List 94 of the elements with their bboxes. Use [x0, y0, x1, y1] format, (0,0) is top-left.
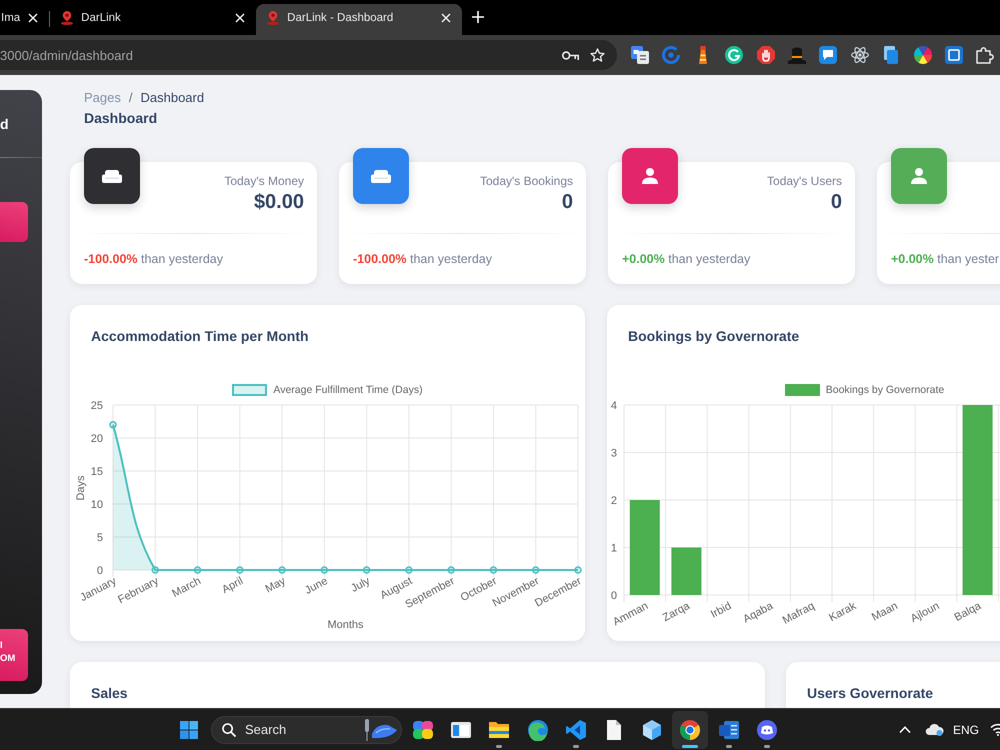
axis-title: Days [75, 475, 87, 501]
x-tick-label: May [264, 575, 288, 596]
stat-value: $0.00 [254, 190, 304, 215]
y-tick-label: 15 [90, 466, 103, 478]
taskbar-button[interactable] [672, 710, 708, 748]
cloud-icon[interactable] [924, 723, 944, 736]
y-tick-label: 20 [90, 433, 103, 445]
ring-icon[interactable] [662, 46, 680, 64]
stat-label: Today's Money [224, 173, 304, 189]
search-highlight-icon [364, 718, 398, 740]
data-point [447, 566, 455, 574]
y-tick-label: 10 [90, 499, 103, 511]
chevron-up-icon[interactable] [898, 726, 911, 733]
data-point [320, 566, 328, 574]
data-point [236, 566, 244, 574]
ribbon-icon [564, 718, 587, 740]
y-tick-label: 4 [610, 400, 617, 412]
y-tick-label: 5 [96, 532, 103, 544]
x-tick-label: July [349, 575, 372, 595]
bar [671, 548, 702, 595]
knot-icon [412, 718, 434, 740]
data-point [194, 566, 202, 574]
stat-label: Today's Users [767, 173, 842, 189]
data-point [278, 566, 286, 574]
browser-tab[interactable]: DarLink [50, 4, 256, 35]
legend-swatch-icon[interactable] [784, 384, 820, 396]
y-tick-label: 25 [90, 400, 103, 412]
stat-value: 0 [562, 190, 573, 215]
four-panes-icon[interactable] [180, 720, 198, 738]
data-point [405, 566, 413, 574]
browser-tab[interactable]: DarLink - Dashboard [256, 4, 462, 35]
star-icon[interactable] [590, 48, 605, 62]
close-icon[interactable] [28, 13, 38, 23]
plus-icon[interactable] [472, 11, 484, 23]
close-icon[interactable] [235, 13, 246, 23]
puzzle-icon[interactable] [976, 46, 994, 64]
x-tick-label: Maan [870, 600, 900, 624]
documents-icon[interactable] [882, 46, 900, 64]
breadcrumb-current: Dashboard [140, 90, 204, 106]
hat-icon[interactable] [788, 46, 806, 64]
browser-tab[interactable]: Ima [0, 4, 50, 35]
cube-icon [641, 718, 664, 740]
chart-title: Bookings by Governorate [628, 328, 800, 345]
x-tick-label: Zarqa [660, 600, 692, 624]
y-tick-label: 3 [610, 448, 617, 460]
x-tick-label: Balqa [952, 600, 983, 624]
controller-face-icon [756, 718, 778, 740]
stat-label: Today's Bookings [480, 173, 573, 189]
search-icon [222, 722, 236, 736]
stat-change: -100.00% than yesterday [353, 251, 492, 267]
panel-title: Users Governorate [807, 685, 934, 702]
data-point [574, 566, 582, 574]
data-point [109, 421, 117, 429]
tile-icon[interactable] [944, 46, 963, 64]
atom-icon[interactable] [850, 46, 869, 64]
swirl-icon [526, 718, 549, 740]
stop-hand-icon[interactable] [756, 46, 775, 64]
x-tick-label: April [220, 575, 246, 596]
page-title: Dashboard [84, 110, 158, 126]
data-point [532, 566, 540, 574]
translate-icon[interactable] [631, 46, 649, 64]
document-stack-icon [718, 718, 740, 740]
stat-change: +0.00% than yesterday [622, 251, 750, 267]
sidebar-button[interactable]: I OM [0, 629, 28, 681]
language-indicator[interactable]: ENG [952, 722, 979, 736]
y-tick-label: 2 [610, 495, 617, 507]
circle-arc-icon[interactable] [725, 46, 744, 64]
stat-change: -100.00% than yesterday [84, 251, 223, 267]
stat-change: +0.00% than yester [891, 251, 1000, 267]
y-tick-label: 0 [96, 565, 103, 577]
legend-swatch-icon[interactable] [232, 384, 268, 396]
y-tick-label: 1 [610, 542, 617, 554]
tricolor-circle-icon [679, 718, 702, 740]
legend-label[interactable]: Bookings by Governorate [826, 384, 944, 396]
stat-value: 0 [830, 190, 842, 215]
x-tick-label: Irbid [708, 600, 734, 621]
chat-square-icon[interactable] [819, 46, 838, 64]
key-icon[interactable] [562, 50, 579, 60]
sidebar-brand: d [0, 116, 9, 132]
data-point [362, 566, 370, 574]
chart-title: Accommodation Time per Month [91, 328, 309, 345]
x-tick-label: June [303, 575, 330, 597]
breadcrumb-separator: / [128, 90, 132, 106]
legend-label[interactable]: Average Fulfillment Time (Days) [273, 384, 423, 396]
data-point [490, 566, 498, 574]
search-field[interactable]: Search [211, 716, 402, 744]
x-tick-label: Karak [827, 600, 858, 624]
panel-title: Sales [91, 685, 128, 702]
data-point [152, 566, 160, 574]
axis-title: Months [327, 619, 364, 631]
address-field[interactable]: 3000/admin/dashboard [0, 40, 617, 70]
color-wheel-icon[interactable] [914, 46, 932, 64]
y-tick-label: 0 [610, 590, 617, 602]
close-icon[interactable] [441, 13, 452, 23]
